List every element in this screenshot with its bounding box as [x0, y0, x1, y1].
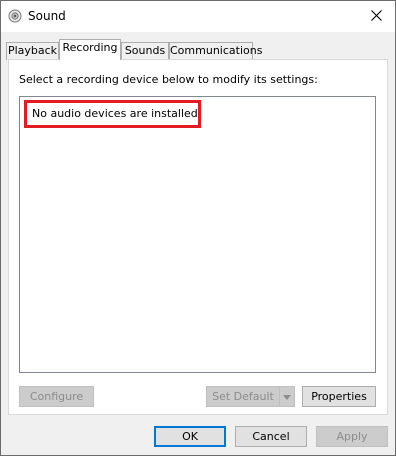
configure-button[interactable]: Configure: [19, 386, 94, 407]
title-bar[interactable]: Sound: [1, 1, 395, 32]
apply-button[interactable]: Apply: [316, 426, 388, 447]
close-button[interactable]: [357, 1, 395, 32]
tab-recording[interactable]: Recording: [59, 39, 121, 60]
set-default-button[interactable]: Set Default: [206, 386, 280, 407]
tab-communications[interactable]: Communications: [169, 42, 262, 60]
recording-device-list[interactable]: No audio devices are installed: [19, 96, 376, 373]
tab-strip: Playback Recording Sounds Communications: [6, 39, 390, 60]
recording-panel: Select a recording device below to modif…: [8, 59, 388, 415]
tab-playback[interactable]: Playback: [6, 42, 59, 60]
chevron-down-icon: [283, 390, 291, 403]
speaker-icon: [8, 9, 22, 23]
window-title: Sound: [28, 9, 66, 23]
ok-button[interactable]: OK: [154, 426, 226, 447]
tab-sounds[interactable]: Sounds: [121, 42, 169, 60]
instruction-text: Select a recording device below to modif…: [19, 73, 318, 86]
cancel-button[interactable]: Cancel: [235, 426, 307, 447]
sound-dialog: Sound Playback Recording Sounds Communic…: [0, 0, 396, 456]
set-default-dropdown[interactable]: [279, 386, 295, 407]
no-devices-message: No audio devices are installed: [24, 100, 201, 128]
properties-button[interactable]: Properties: [302, 386, 376, 407]
close-icon: [370, 9, 382, 24]
